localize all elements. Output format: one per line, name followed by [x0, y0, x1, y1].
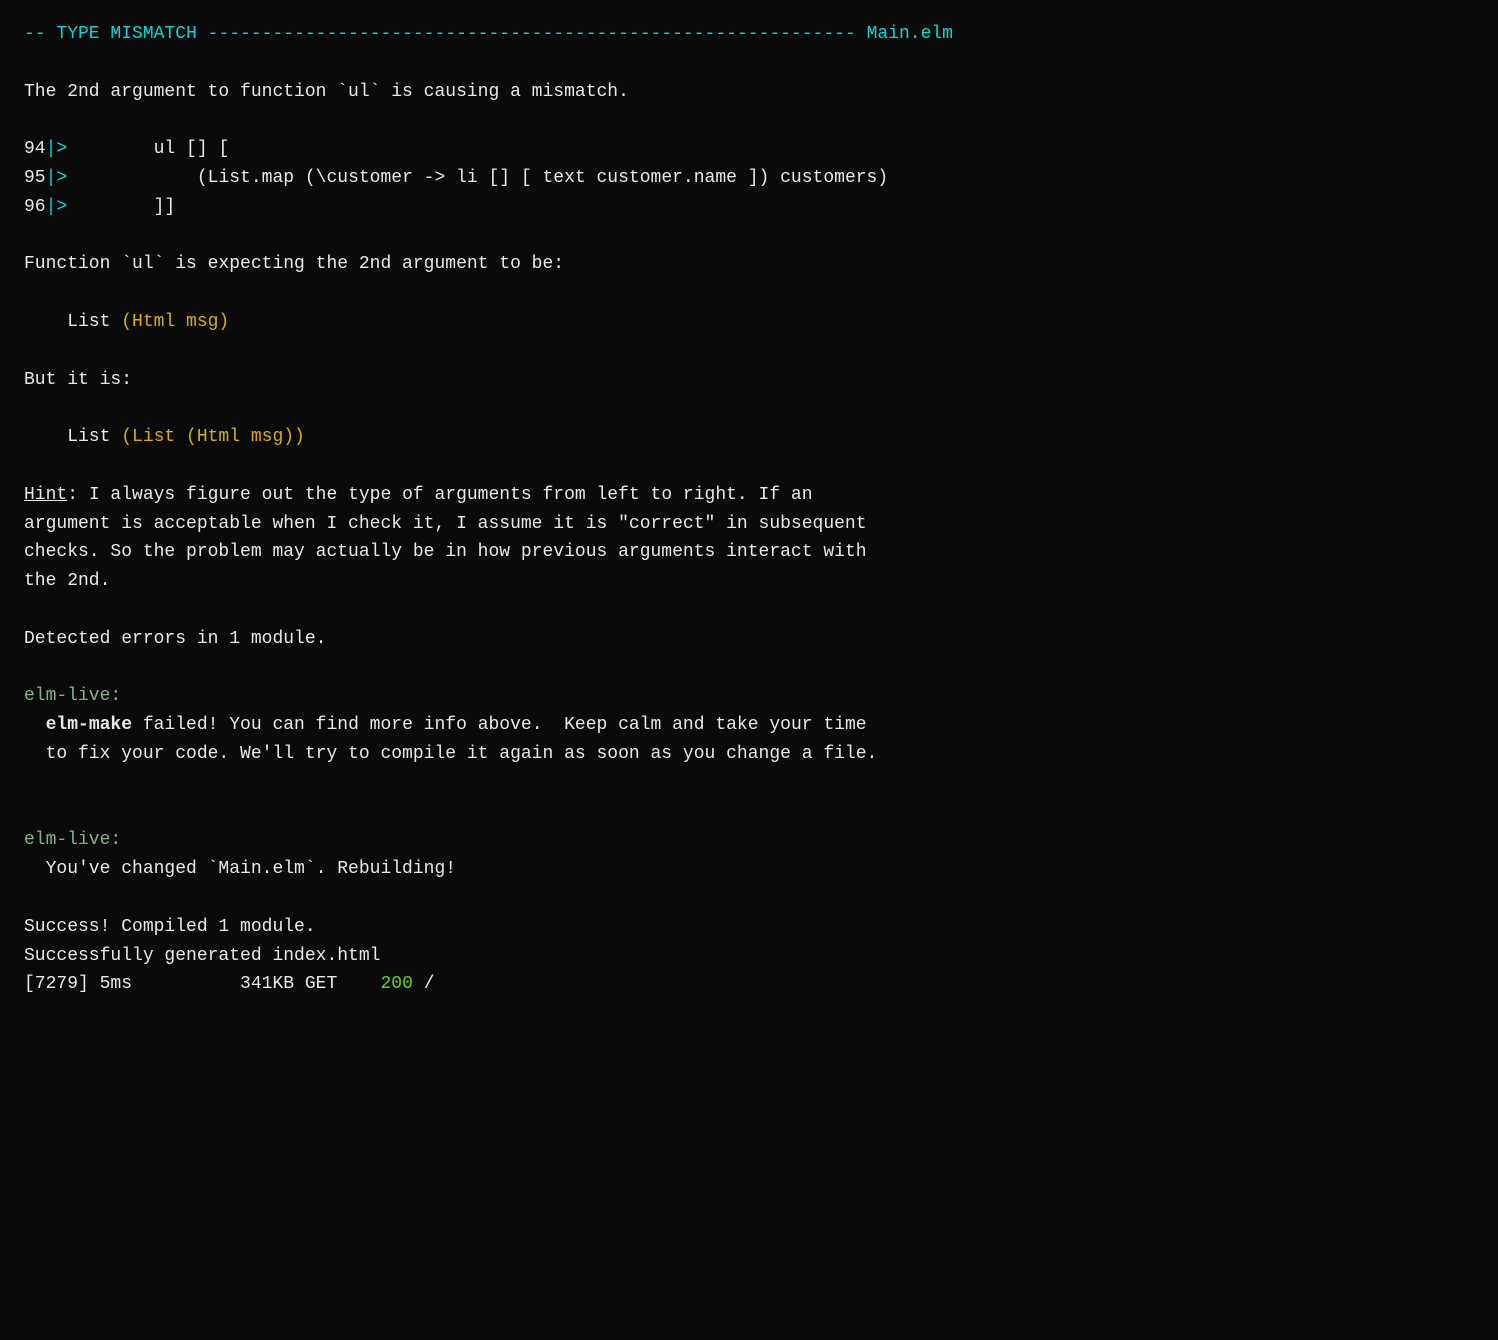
filename: Main.elm — [867, 24, 953, 44]
detected-errors: Detected errors in 1 module. — [24, 625, 1474, 654]
expecting-label: Function `ul` is expecting the 2nd argum… — [24, 250, 1474, 279]
rebuild-message: You've changed `Main.elm`. Rebuilding! — [24, 855, 1474, 884]
error-description: The 2nd argument to function `ul` is cau… — [24, 78, 1474, 107]
header-line: -- TYPE MISMATCH -----------------------… — [24, 20, 1474, 49]
request-line: [7279] 5ms 341KB GET 200 / — [24, 970, 1474, 999]
code-line-95: 95|> (List.map (\customer -> li [] [ tex… — [24, 164, 1474, 193]
status-code: 200 — [380, 974, 412, 994]
elm-make-message-line2: to fix your code. We'll try to compile i… — [24, 740, 1474, 769]
hint-line-2: argument is acceptable when I check it, … — [24, 510, 1474, 539]
elm-make-message: failed! You can find more info above. Ke… — [132, 715, 867, 735]
success-line-2: Successfully generated index.html — [24, 942, 1474, 971]
expected-type-prefix: List — [24, 312, 121, 332]
success-line-1: Success! Compiled 1 module. — [24, 913, 1474, 942]
code-line-94: 94|> ul [] [ — [24, 135, 1474, 164]
terminal-output: -- TYPE MISMATCH -----------------------… — [24, 20, 1474, 999]
hint-line-3: checks. So the problem may actually be i… — [24, 538, 1474, 567]
header-prefix: -- TYPE MISMATCH — [24, 24, 208, 44]
request-info: [7279] 5ms 341KB GET — [24, 974, 337, 994]
elm-live-prefix-2: elm-live: — [24, 826, 1474, 855]
elm-make-line: elm-make failed! You can find more info … — [24, 711, 1474, 740]
actual-type-colored: (List (Html msg)) — [121, 427, 305, 447]
expected-type-colored: (Html msg) — [121, 312, 229, 332]
hint-label: Hint — [24, 485, 67, 505]
actual-type-prefix: List — [24, 427, 121, 447]
hint-colon: : I always figure out the type of argume… — [67, 485, 812, 505]
elm-live-prefix-1: elm-live: — [24, 682, 1474, 711]
elm-make-bold: elm-make — [46, 715, 132, 735]
hint-line-4: the 2nd. — [24, 567, 1474, 596]
request-path: / — [413, 974, 435, 994]
but-it-is-label: But it is: — [24, 366, 1474, 395]
code-line-96: 96|> ]] — [24, 193, 1474, 222]
hint-line: Hint: I always figure out the type of ar… — [24, 481, 1474, 510]
actual-type-line: List (List (Html msg)) — [24, 423, 1474, 452]
header-dashes: ----------------------------------------… — [208, 24, 856, 44]
expected-type-line: List (Html msg) — [24, 308, 1474, 337]
